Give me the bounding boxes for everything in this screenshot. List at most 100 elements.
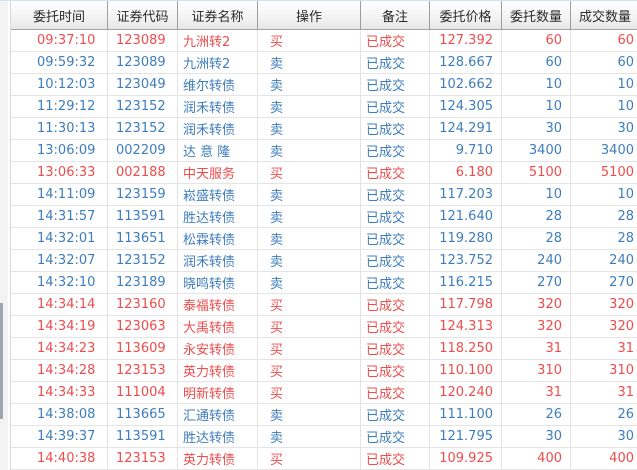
cell-filled-qty: 310 (609, 363, 634, 378)
cell-security-code: 113651 (108, 228, 178, 249)
table-row[interactable]: 14:34:14 123160 泰福转债买已成交 117.798 320 320 (11, 294, 637, 316)
cell-action: 卖 (258, 272, 361, 293)
cell-order-price: 117.203 (430, 184, 502, 205)
cell-order-qty: 240 (502, 250, 571, 271)
cell-note: 已成交 (361, 52, 430, 73)
cell-security-name: 达 意 隆 (178, 140, 258, 161)
cell-order-qty: 60 (502, 30, 571, 51)
cell-order-price: 6.180 (430, 162, 502, 183)
table-row[interactable]: 10:12:03 123049 维尔转债卖已成交 102.662 10 10 (11, 74, 637, 96)
table-row[interactable]: 14:38:08 113665 汇通转债卖已成交 111.100 26 26 (11, 404, 637, 426)
cell-order-price: 111.100 (430, 404, 502, 425)
cell-security-name: 晓鸣转债 (178, 272, 258, 293)
cell-filled-qty: 320 (609, 319, 634, 334)
cell-action: 买 (258, 448, 361, 469)
cell-action: 买 (258, 294, 361, 315)
cell-security-name: 中天服务 (178, 162, 258, 183)
column-header-order-qty[interactable]: 委托数量 (502, 1, 571, 29)
table-body: 09:37:10 123089 九洲转2 买已成交 127.392 60 60 09:59:3… (11, 30, 637, 470)
column-header-security-code[interactable]: 证券代码 (108, 1, 178, 29)
table-row[interactable]: 14:34:19 123063 大禹转债买已成交 124.313 320 320 (11, 316, 637, 338)
table-row[interactable]: 14:32:07 123152 润禾转债卖已成交 123.752 240 240 (11, 250, 637, 272)
column-header-note[interactable]: 备注 (361, 1, 430, 29)
cell-order-time: 13:06:09 (11, 140, 108, 161)
vertical-scrollbar[interactable] (0, 1, 10, 470)
table-row[interactable]: 14:32:10 123189 晓鸣转债卖已成交 116.215 270 270 (11, 272, 637, 294)
cell-note: 已成交 (361, 30, 430, 51)
cell-order-qty: 31 (502, 338, 571, 359)
cell-order-price: 121.640 (430, 206, 502, 227)
cell-order-time: 11:29:12 (11, 96, 108, 117)
cell-security-name: 润禾转债 (178, 250, 258, 271)
cell-order-time: 14:34:23 (11, 338, 108, 359)
column-header-filled-qty[interactable]: 成交数量 (571, 1, 637, 29)
cell-order-price: 110.100 (430, 360, 502, 381)
cell-order-time: 09:59:32 (11, 52, 108, 73)
cell-order-qty: 400 (502, 448, 571, 469)
cell-order-qty: 320 (502, 294, 571, 315)
cell-note: 已成交 (361, 404, 430, 425)
cell-action: 卖 (258, 96, 361, 117)
cell-order-price: 118.250 (430, 338, 502, 359)
cell-note: 已成交 (361, 382, 430, 403)
order-fill-window: 委托时间 证券代码 证券名称 操作 备注 委托价格 委托数量 成交数量 09:3… (0, 0, 637, 470)
table-row[interactable]: 11:30:13 123152 润禾转债卖已成交 124.291 30 30 (11, 118, 637, 140)
cell-action: 卖 (258, 140, 361, 161)
cell-filled-qty: 3400 (600, 143, 634, 158)
cell-action: 买 (258, 338, 361, 359)
column-header-order-time[interactable]: 委托时间 (11, 1, 108, 29)
cell-security-name: 崧盛转债 (178, 184, 258, 205)
cell-order-qty: 270 (502, 272, 571, 293)
cell-security-name: 维尔转债 (178, 74, 258, 95)
cell-security-code: 123152 (108, 118, 178, 139)
cell-note: 已成交 (361, 162, 430, 183)
cell-note: 已成交 (361, 294, 430, 315)
table-row[interactable]: 14:31:57 113591 胜达转债卖已成交 121.640 28 28 (11, 206, 637, 228)
cell-order-price: 128.667 (430, 52, 502, 73)
cell-security-name: 胜达转债 (178, 206, 258, 227)
cell-action: 卖 (258, 426, 361, 447)
cell-action: 买 (258, 316, 361, 337)
cell-security-code: 111004 (108, 382, 178, 403)
cell-note: 已成交 (361, 426, 430, 447)
table-row[interactable]: 14:34:23 113609 永安转债买已成交 118.250 31 31 (11, 338, 637, 360)
cell-note: 已成交 (361, 140, 430, 161)
cell-action: 卖 (258, 250, 361, 271)
cell-order-price: 124.291 (430, 118, 502, 139)
cell-security-code: 123153 (108, 360, 178, 381)
table-row[interactable]: 14:34:28 123153 英力转债买已成交 110.100 310 310 (11, 360, 637, 382)
table-row[interactable]: 09:37:10 123089 九洲转2 买已成交 127.392 60 60 (11, 30, 637, 52)
column-header-security-name[interactable]: 证券名称 (178, 1, 258, 29)
table-row[interactable]: 14:11:09 123159 崧盛转债卖已成交 117.203 10 10 (11, 184, 637, 206)
cell-order-price: 121.795 (430, 426, 502, 447)
cell-order-qty: 5100 (502, 162, 571, 183)
column-header-action[interactable]: 操作 (258, 1, 361, 29)
cell-action: 买 (258, 382, 361, 403)
cell-filled-qty: 30 (617, 121, 634, 136)
cell-filled-qty: 26 (617, 407, 634, 422)
cell-note: 已成交 (361, 272, 430, 293)
table-row[interactable]: 14:34:33 111004 明新转债买已成交 120.240 31 31 (11, 382, 637, 404)
table-row[interactable]: 13:06:33 002188 中天服务买已成交 6.180 5100 5100 (11, 162, 637, 184)
cell-security-code: 113665 (108, 404, 178, 425)
cell-filled-qty: 30 (617, 429, 634, 444)
table-row[interactable]: 11:29:12 123152 润禾转债卖已成交 124.305 10 10 (11, 96, 637, 118)
table-header-row: 委托时间 证券代码 证券名称 操作 备注 委托价格 委托数量 成交数量 (11, 1, 637, 30)
cell-security-code: 123049 (108, 74, 178, 95)
scrollbar-thumb[interactable] (0, 303, 3, 419)
column-header-order-price[interactable]: 委托价格 (430, 1, 502, 29)
cell-order-price: 117.798 (430, 294, 502, 315)
cell-filled-qty: 31 (617, 385, 634, 400)
cell-note: 已成交 (361, 360, 430, 381)
table-row[interactable]: 14:40:38 123153 英力转债买已成交 109.925 400 400 (11, 448, 637, 470)
table-row[interactable]: 09:59:32 123089 九洲转2 卖已成交 128.667 60 60 (11, 52, 637, 74)
table-row[interactable]: 13:06:09 002209 达 意 隆卖已成交 9.710 3400 3400 (11, 140, 637, 162)
table-row[interactable]: 14:32:01 113651 松霖转债卖已成交 119.280 28 28 (11, 228, 637, 250)
cell-order-price: 102.662 (430, 74, 502, 95)
table-row[interactable]: 14:39:37 113591 胜达转债卖已成交 121.795 30 30 (11, 426, 637, 448)
cell-security-name: 明新转债 (178, 382, 258, 403)
cell-order-time: 14:31:57 (11, 206, 108, 227)
cell-order-time: 14:32:01 (11, 228, 108, 249)
cell-order-time: 14:11:09 (11, 184, 108, 205)
cell-security-name: 胜达转债 (178, 426, 258, 447)
